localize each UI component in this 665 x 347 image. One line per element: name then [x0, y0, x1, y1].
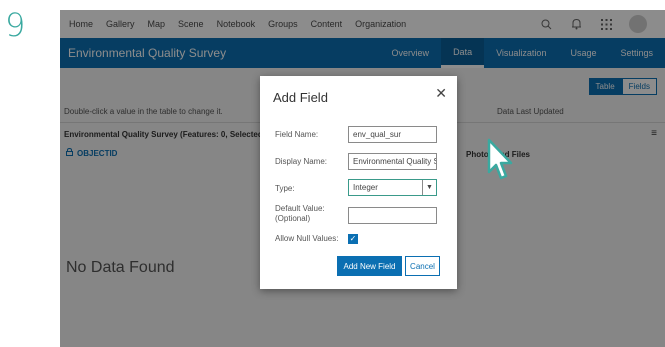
- type-select[interactable]: Integer ▼: [348, 179, 437, 196]
- pointer-cursor-icon: [487, 138, 513, 180]
- default-value-input[interactable]: [348, 207, 437, 224]
- type-select-value: Integer: [353, 183, 378, 192]
- field-name-input[interactable]: env_qual_sur: [348, 126, 437, 143]
- allow-null-checkbox[interactable]: ✓: [348, 234, 358, 244]
- default-value-label-line1: Default Value:: [275, 204, 325, 213]
- display-name-input[interactable]: Environmental Quality Su: [348, 153, 437, 170]
- chevron-down-icon: ▼: [422, 180, 436, 195]
- add-new-field-button[interactable]: Add New Field: [337, 256, 402, 276]
- step-number: 9: [5, 6, 26, 44]
- default-value-label: Default Value: (Optional): [275, 204, 325, 224]
- cancel-button[interactable]: Cancel: [405, 256, 440, 276]
- close-icon[interactable]: ✕: [435, 85, 447, 102]
- display-name-label: Display Name:: [275, 157, 328, 166]
- field-name-label: Field Name:: [275, 130, 319, 139]
- type-label: Type:: [275, 184, 295, 193]
- app-window: Home Gallery Map Scene Notebook Groups C…: [60, 10, 665, 347]
- dialog-title: Add Field: [273, 90, 328, 105]
- add-field-dialog: Add Field ✕ Field Name: env_qual_sur Dis…: [260, 76, 457, 289]
- allow-null-label: Allow Null Values:: [275, 234, 339, 243]
- default-value-label-line2: (Optional): [275, 214, 311, 223]
